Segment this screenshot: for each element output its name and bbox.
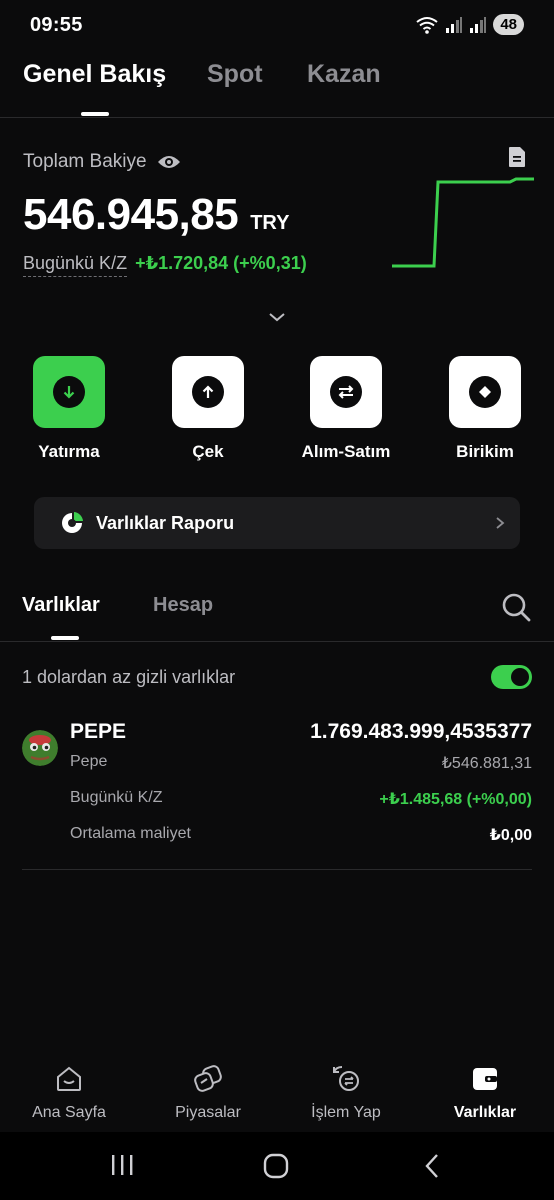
asset-name: Pepe	[70, 753, 108, 770]
nav-home[interactable]: Ana Sayfa	[0, 1062, 138, 1122]
signal-icon	[446, 16, 463, 33]
wallet-icon	[416, 1062, 554, 1096]
nav-assets[interactable]: Varlıklar	[416, 1062, 554, 1122]
diamond-icon	[469, 376, 501, 408]
balance-label-row: Toplam Bakiye	[23, 151, 181, 173]
deposit-action[interactable]: Yatırma	[9, 356, 129, 462]
home-button-icon[interactable]	[262, 1152, 290, 1180]
recent-apps-icon[interactable]	[110, 1152, 134, 1178]
bottom-nav: Ana Sayfa Piyasalar İşlem Yap Varlıklar	[0, 1052, 554, 1132]
back-icon[interactable]	[422, 1152, 442, 1180]
nav-trade-label: İşlem Yap	[311, 1104, 381, 1121]
asset-tabs: Varlıklar Hesap	[0, 582, 554, 642]
asset-cost-label: Ortalama maliyet	[70, 825, 191, 842]
trade-button[interactable]	[310, 356, 382, 428]
tab-genel-bakis[interactable]: Genel Bakış	[23, 60, 166, 89]
status-bar: 09:55 48	[0, 0, 554, 52]
savings-action[interactable]: Birikim	[425, 356, 545, 462]
markets-icon	[139, 1062, 277, 1096]
daily-pnl: Bugünkü K/Z +₺1.720,84 (+%0,31)	[23, 253, 307, 277]
asset-cost-value: ₺0,00	[489, 827, 532, 844]
hide-small-assets-row: 1 dolardan az gizli varlıklar	[22, 664, 532, 690]
tab-hesap[interactable]: Hesap	[153, 594, 213, 617]
chevron-down-icon[interactable]	[267, 310, 287, 324]
eye-icon[interactable]	[157, 154, 181, 170]
daily-pnl-value: +₺1.720,84 (+%0,31)	[135, 253, 307, 273]
nav-trade[interactable]: İşlem Yap	[277, 1062, 415, 1122]
asset-symbol: PEPE	[70, 720, 127, 743]
wifi-icon	[416, 16, 438, 34]
savings-button[interactable]	[449, 356, 521, 428]
search-icon[interactable]	[500, 591, 532, 623]
deposit-button[interactable]	[33, 356, 105, 428]
balance-value: 546.945,85 TRY	[23, 190, 289, 240]
home-icon	[0, 1062, 138, 1096]
asset-pnl-label: Bugünkü K/Z	[70, 789, 163, 806]
trade-icon	[277, 1062, 415, 1096]
assets-report-label: Varlıklar Raporu	[96, 512, 235, 533]
pepe-avatar	[22, 730, 58, 766]
divider	[22, 869, 532, 870]
asset-pnl-value: +₺1.485,68 (+%0,00)	[379, 791, 532, 808]
document-icon[interactable]	[508, 146, 526, 168]
swap-icon	[330, 376, 362, 408]
withdraw-label: Çek	[192, 442, 224, 461]
trade-label: Alım-Satım	[301, 442, 391, 461]
balance-sparkline	[392, 177, 534, 268]
active-tab-indicator	[81, 112, 109, 116]
asset-amount: 1.769.483.999,4535377	[310, 720, 532, 743]
tab-spot[interactable]: Spot	[207, 60, 263, 89]
tab-kazan[interactable]: Kazan	[307, 60, 381, 89]
nav-assets-label: Varlıklar	[453, 1104, 517, 1121]
toggle-knob	[511, 668, 529, 686]
deposit-label: Yatırma	[38, 442, 100, 461]
savings-label: Birikim	[456, 442, 514, 461]
nav-markets-label: Piyasalar	[175, 1104, 241, 1121]
hide-small-assets-label: 1 dolardan az gizli varlıklar	[22, 666, 236, 687]
battery-indicator: 48	[493, 14, 524, 35]
balance-label: Toplam Bakiye	[23, 151, 147, 172]
balance-amount: 546.945,85	[23, 190, 239, 239]
nav-home-label: Ana Sayfa	[32, 1104, 106, 1121]
pie-chart-icon	[62, 512, 83, 533]
asset-value: ₺546.881,31	[441, 755, 532, 772]
assets-report-banner[interactable]: Varlıklar Raporu	[34, 497, 520, 549]
withdraw-action[interactable]: Çek	[148, 356, 268, 462]
daily-pnl-label[interactable]: Bugünkü K/Z	[23, 253, 128, 277]
hide-small-assets-toggle[interactable]	[491, 665, 532, 689]
balance-currency: TRY	[250, 212, 290, 234]
trade-action[interactable]: Alım-Satım	[286, 356, 406, 462]
asset-tab-indicator	[51, 636, 79, 640]
arrow-up-icon	[192, 376, 224, 408]
asset-item[interactable]: PEPE 1.769.483.999,4535377 Pepe ₺546.881…	[22, 716, 532, 856]
tab-varliklar[interactable]: Varlıklar	[22, 594, 100, 617]
system-navigation-bar	[0, 1132, 554, 1200]
top-tabs: Genel Bakış Spot Kazan	[0, 56, 554, 118]
status-icons: 48	[415, 14, 524, 35]
quick-actions: Yatırma Çek Alım-Satım Birikim	[0, 356, 554, 466]
signal-icon-2	[470, 16, 487, 33]
nav-markets[interactable]: Piyasalar	[139, 1062, 277, 1122]
status-time: 09:55	[30, 14, 83, 36]
withdraw-button[interactable]	[172, 356, 244, 428]
chevron-right-icon	[496, 517, 505, 529]
arrow-down-icon	[53, 376, 85, 408]
